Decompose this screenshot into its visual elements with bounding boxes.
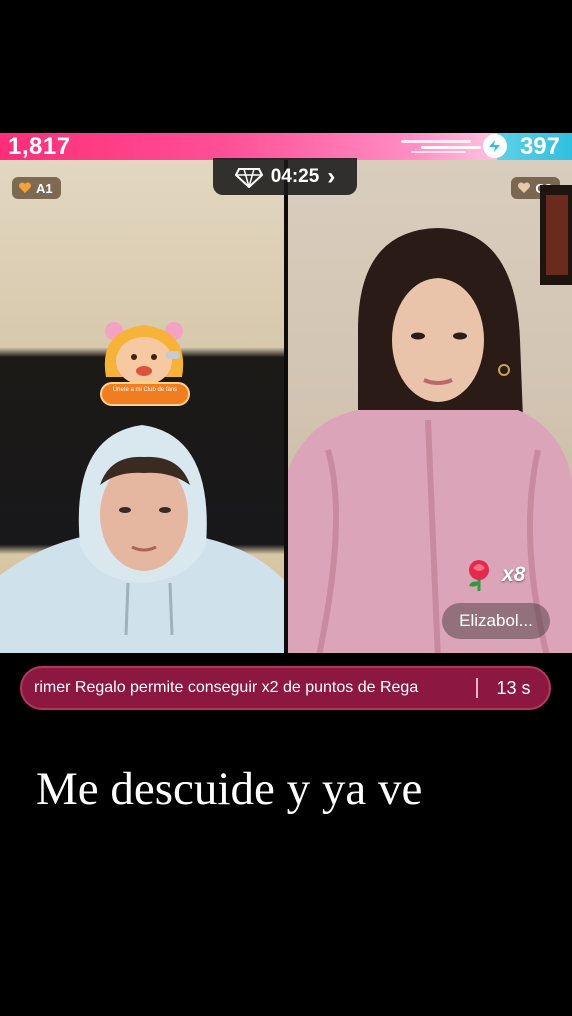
left-host-figure xyxy=(0,425,284,653)
timer-value: 04:25 xyxy=(270,165,320,187)
gift-promo-banner[interactable]: rimer Regalo permite conseguir x2 de pun… xyxy=(20,666,551,710)
left-score: 1,817 xyxy=(8,133,71,160)
heart-icon xyxy=(18,182,32,193)
gift-counter: x8 xyxy=(462,556,525,594)
heart-icon xyxy=(518,182,531,193)
rose-icon xyxy=(469,560,489,591)
diamond-icon xyxy=(234,167,263,188)
left-rank-badge[interactable]: A1 xyxy=(12,177,61,199)
clash-icon xyxy=(483,134,507,158)
right-host-figure xyxy=(288,228,572,653)
left-rank-label: A1 xyxy=(36,180,53,196)
promo-message: rimer Regalo permite conseguir x2 de pun… xyxy=(34,679,419,696)
video-caption: Me descuide y ya ve xyxy=(36,763,423,815)
battle-score-bar: 1,817 397 xyxy=(0,133,572,160)
promo-countdown: 13 s xyxy=(496,677,531,698)
right-host-name-tag[interactable]: Elizabol... xyxy=(442,603,550,639)
gift-multiplier: x8 xyxy=(502,563,526,586)
battle-timer[interactable]: 04:25 › xyxy=(213,158,357,195)
right-score-segment: 397 xyxy=(483,133,572,160)
chevron-right-icon: › xyxy=(327,162,336,190)
right-host-video[interactable]: C3 xyxy=(288,160,572,653)
right-score: 397 xyxy=(519,133,560,160)
left-score-segment: 1,817 xyxy=(0,133,497,160)
fan-club-button[interactable]: Únete a mi Club de fans xyxy=(100,382,190,406)
